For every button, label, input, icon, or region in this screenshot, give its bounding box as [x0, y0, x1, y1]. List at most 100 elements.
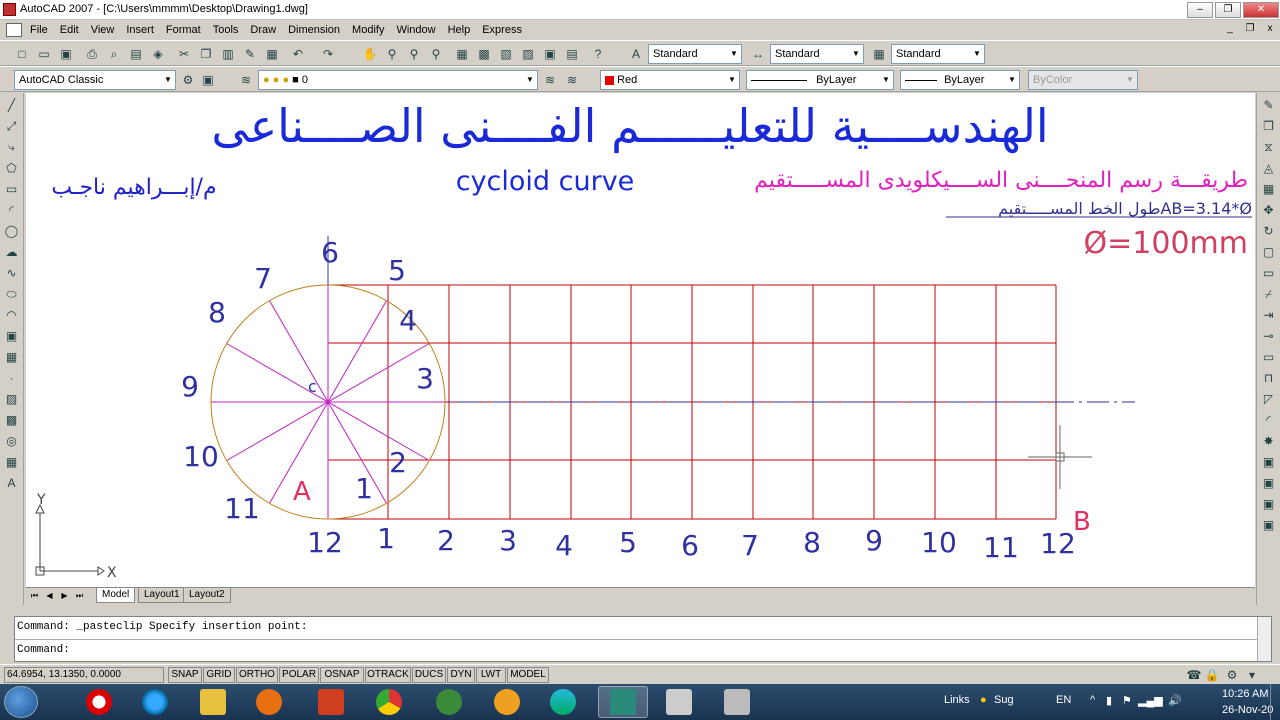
make-object-layer-current-icon[interactable]: ≋	[542, 72, 558, 88]
lwt-button[interactable]: LWT	[476, 667, 506, 683]
menu-help[interactable]: Help	[442, 24, 477, 36]
grid-button[interactable]: GRID	[203, 667, 235, 683]
minimize-button[interactable]: ‒	[1187, 2, 1213, 18]
hatch-icon[interactable]: ▨	[4, 391, 20, 407]
table-style-select[interactable]: Standard ▼	[891, 44, 985, 64]
taskbar-office[interactable]	[306, 686, 356, 718]
region-icon[interactable]: ◎	[4, 433, 20, 449]
draw-order-icon[interactable]: ▣	[1261, 454, 1277, 470]
command-scrollbar[interactable]	[1257, 617, 1271, 661]
erase-icon[interactable]: ✎	[1261, 97, 1277, 113]
3d-dwf-icon[interactable]: ◈	[150, 46, 166, 62]
tray-settings-icon[interactable]: ⚙	[1224, 667, 1240, 683]
model-button[interactable]: MODEL	[507, 667, 549, 683]
last-tab-icon[interactable]: ⏭	[73, 589, 86, 602]
drawing-canvas[interactable]: X Y الهندســــية للتعليــــــم الفــــنى…	[26, 93, 1255, 587]
horizontal-scrollbar[interactable]	[26, 603, 1255, 607]
menu-dimension[interactable]: Dimension	[282, 24, 346, 36]
scale-icon[interactable]: ▢	[1261, 244, 1277, 260]
plot-preview-icon[interactable]: ⌕	[106, 46, 122, 62]
polyline-icon[interactable]: ⤷	[4, 139, 20, 155]
tab-layout1[interactable]: Layout1	[138, 588, 186, 603]
taskbar-autocad[interactable]	[598, 686, 648, 718]
linetype-select[interactable]: ByLayer ▼	[746, 70, 894, 90]
calculator-icon[interactable]: ▤	[564, 46, 580, 62]
clean-screen-icon[interactable]: ▾	[1244, 667, 1260, 683]
send-to-back-icon[interactable]: ▣	[1261, 496, 1277, 512]
layer-manager-icon[interactable]: ≋	[238, 72, 254, 88]
clock-time[interactable]: 10:26 AM	[1222, 688, 1268, 700]
signal-icon[interactable]: ▂▄▆	[1138, 694, 1163, 707]
document-icon[interactable]	[6, 23, 22, 37]
menu-draw[interactable]: Draw	[244, 24, 282, 36]
construction-line-icon[interactable]: ⤢	[4, 118, 20, 134]
rotate-icon[interactable]: ↻	[1261, 223, 1277, 239]
taskbar-edge[interactable]	[538, 686, 588, 718]
layer-previous-icon[interactable]: ≋	[564, 72, 580, 88]
stretch-icon[interactable]: ▭	[1261, 265, 1277, 281]
offset-icon[interactable]: ◬	[1261, 160, 1277, 176]
osnap-button[interactable]: OSNAP	[320, 667, 364, 683]
menu-view[interactable]: View	[85, 24, 121, 36]
line-icon[interactable]: ╱	[4, 97, 20, 113]
menu-format[interactable]: Format	[160, 24, 207, 36]
prev-tab-icon[interactable]: ◀	[43, 589, 56, 602]
taskbar-app-camera[interactable]	[654, 686, 704, 718]
text-style-select[interactable]: Standard ▼	[648, 44, 742, 64]
show-desktop-button[interactable]	[1270, 684, 1280, 720]
multiline-text-icon[interactable]: A	[4, 475, 20, 491]
taskbar-chrome[interactable]	[364, 686, 414, 718]
color-select[interactable]: Red ▼	[600, 70, 740, 90]
bring-to-front-icon[interactable]: ▣	[1261, 475, 1277, 491]
undo-icon[interactable]: ↶	[290, 46, 306, 62]
zoom-previous-icon[interactable]: ⚲	[428, 46, 444, 62]
links-toolbar[interactable]: Links	[944, 694, 970, 706]
array-icon[interactable]: ▦	[1261, 181, 1277, 197]
new-icon[interactable]: □	[14, 46, 30, 62]
layer-select[interactable]: ● ● ● ■ 0 ▼	[258, 70, 538, 90]
menu-express[interactable]: Express	[476, 24, 528, 36]
workspace-settings-icon[interactable]: ⚙	[180, 72, 196, 88]
dim-style-select[interactable]: Standard ▼	[770, 44, 864, 64]
revision-cloud-icon[interactable]: ☁	[4, 244, 20, 260]
design-center-icon[interactable]: ▩	[476, 46, 492, 62]
break-icon[interactable]: ▭	[1261, 349, 1277, 365]
ellipse-arc-icon[interactable]: ◠	[4, 307, 20, 323]
copy-object-icon[interactable]: ❐	[1261, 118, 1277, 134]
volume-icon[interactable]: 🔊	[1168, 694, 1182, 707]
arc-icon[interactable]: ◜	[4, 202, 20, 218]
explode-icon[interactable]: ✸	[1261, 433, 1277, 449]
markup-icon[interactable]: ▣	[542, 46, 558, 62]
taskbar-opera[interactable]	[74, 686, 124, 718]
ducs-button[interactable]: DUCS	[412, 667, 446, 683]
network-icon[interactable]: ▮	[1106, 694, 1112, 707]
spline-icon[interactable]: ∿	[4, 265, 20, 281]
snap-button[interactable]: SNAP	[168, 667, 202, 683]
dyn-button[interactable]: DYN	[447, 667, 475, 683]
menu-window[interactable]: Window	[390, 24, 441, 36]
redo-icon[interactable]: ↷	[320, 46, 336, 62]
properties-icon[interactable]: ▦	[454, 46, 470, 62]
help-icon[interactable]: ?	[590, 46, 606, 62]
command-prompt[interactable]: Command:	[17, 644, 70, 656]
polar-button[interactable]: POLAR	[279, 667, 319, 683]
block-editor-icon[interactable]: ▦	[264, 46, 280, 62]
pan-icon[interactable]: ✋	[362, 46, 378, 62]
table-style-icon[interactable]: ▦	[871, 46, 887, 62]
table-icon[interactable]: ▦	[4, 454, 20, 470]
move-icon[interactable]: ✥	[1261, 202, 1277, 218]
start-button[interactable]	[4, 686, 38, 718]
first-tab-icon[interactable]: ⏮	[28, 589, 41, 602]
ortho-button[interactable]: ORTHO	[236, 667, 278, 683]
workspace-save-icon[interactable]: ▣	[200, 72, 216, 88]
doc-close-button[interactable]: x	[1262, 22, 1278, 36]
menu-file[interactable]: File	[24, 24, 54, 36]
search-suggest[interactable]: Sug	[994, 694, 1014, 706]
tab-layout2[interactable]: Layout2	[183, 588, 231, 603]
zoom-realtime-icon[interactable]: ⚲	[384, 46, 400, 62]
cut-icon[interactable]: ✂	[176, 46, 192, 62]
menu-tools[interactable]: Tools	[207, 24, 245, 36]
taskbar-app-projector[interactable]	[712, 686, 762, 718]
tab-model[interactable]: Model	[96, 588, 136, 603]
save-icon[interactable]: ▣	[58, 46, 74, 62]
